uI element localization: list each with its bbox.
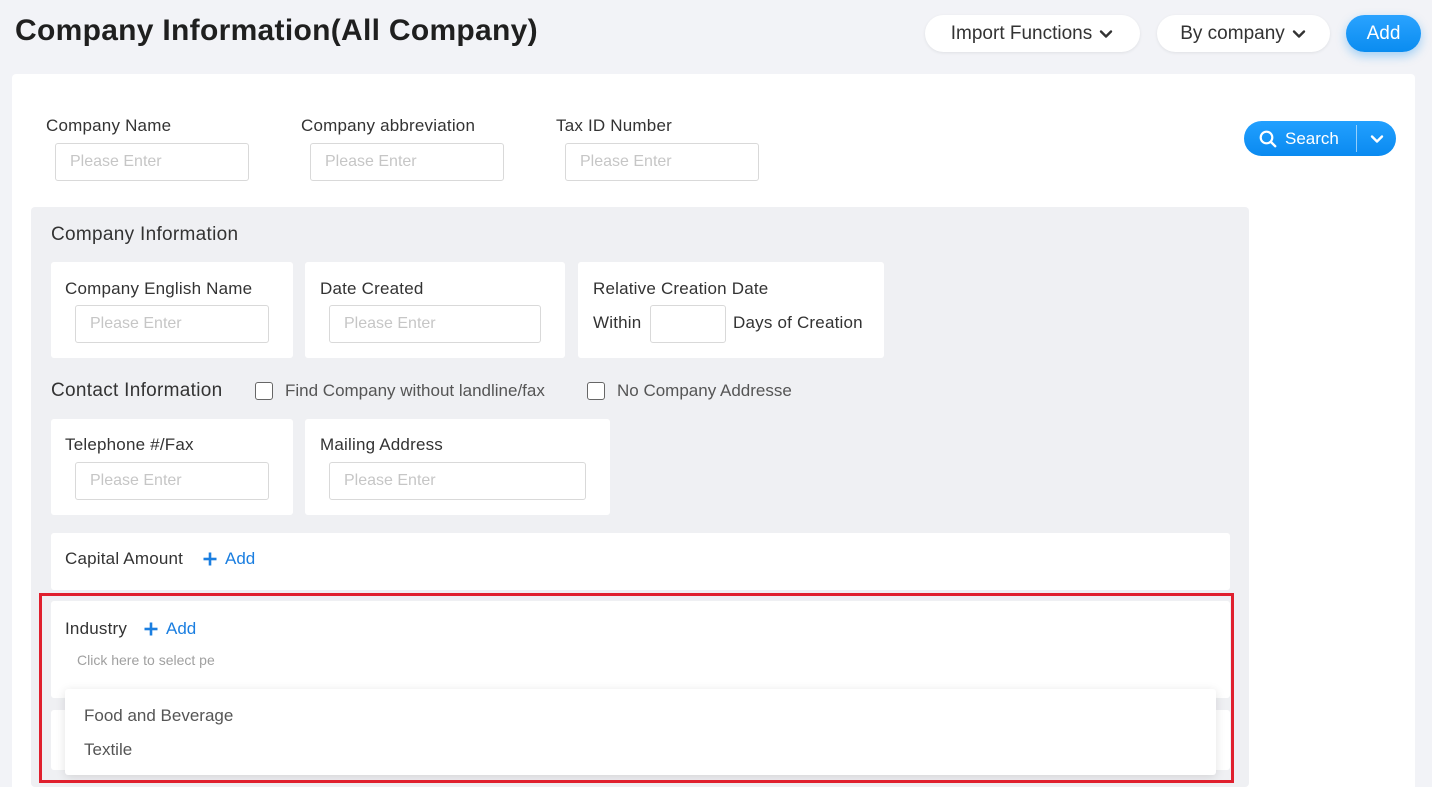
mailing-address-label: Mailing Address (320, 435, 444, 454)
within-label: Within (593, 313, 642, 332)
company-information-title: Company Information (51, 224, 239, 245)
chevron-down-icon (1100, 29, 1113, 38)
days-input[interactable] (650, 305, 726, 343)
add-capital-link[interactable]: Add (203, 549, 255, 569)
contact-information-title: Contact Information (51, 380, 223, 401)
add-capital-label: Add (225, 549, 256, 568)
no-address-label: No Company Addresse (617, 381, 792, 400)
mailing-address-input[interactable] (329, 462, 586, 500)
capital-amount-label: Capital Amount (65, 549, 184, 568)
company-abbreviation-input[interactable] (310, 143, 504, 181)
search-label: Search (1285, 128, 1339, 148)
page-title: Company Information(All Company) (15, 14, 538, 47)
checkbox-box[interactable] (587, 382, 605, 400)
relative-date-box (578, 262, 884, 358)
by-company-label: By company (1180, 22, 1285, 44)
chevron-down-icon (1370, 134, 1383, 143)
search-button[interactable]: Search (1244, 121, 1356, 156)
date-created-input[interactable] (329, 305, 541, 343)
checkbox-box[interactable] (255, 382, 273, 400)
no-landline-label: Find Company without landline/fax (285, 381, 545, 400)
chevron-down-icon (1292, 29, 1305, 38)
no-landline-checkbox[interactable]: Find Company without landline/fax (255, 381, 545, 401)
search-options-toggle[interactable] (1357, 121, 1396, 156)
import-functions-label: Import Functions (950, 22, 1093, 44)
english-name-label: Company English Name (65, 279, 253, 298)
import-functions-button[interactable]: Import Functions (925, 15, 1140, 52)
english-name-input[interactable] (75, 305, 269, 343)
search-icon (1259, 130, 1277, 147)
relative-date-label: Relative Creation Date (593, 279, 769, 298)
telephone-input[interactable] (75, 462, 269, 500)
highlight-box (39, 593, 1234, 783)
search-button-group: Search (1244, 121, 1396, 156)
telephone-label: Telephone #/Fax (65, 435, 194, 454)
plus-icon (203, 552, 217, 566)
company-name-label: Company Name (46, 116, 172, 135)
tax-id-input[interactable] (565, 143, 759, 181)
no-address-checkbox[interactable]: No Company Addresse (587, 381, 792, 401)
add-company-button[interactable]: Add (1346, 15, 1421, 52)
date-created-label: Date Created (320, 279, 424, 298)
company-name-input[interactable] (55, 143, 249, 181)
by-company-button[interactable]: By company (1157, 15, 1330, 52)
days-of-creation-label: Days of Creation (733, 313, 863, 332)
tax-id-label: Tax ID Number (556, 116, 672, 135)
company-abbreviation-label: Company abbreviation (301, 116, 476, 135)
